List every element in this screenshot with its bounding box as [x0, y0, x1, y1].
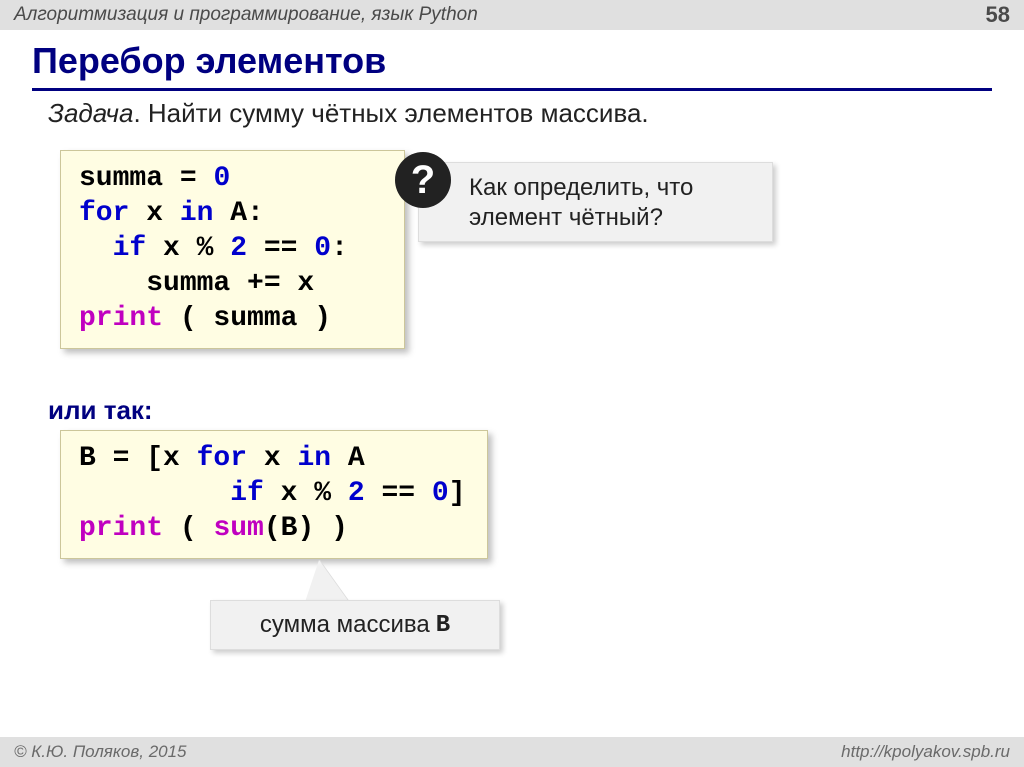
code-text: B = [x	[79, 443, 197, 474]
code-text: ==	[365, 478, 432, 509]
code-text: 0	[213, 163, 230, 194]
code-block-1: summa = 0 for x in A: if x % 2 == 0: sum…	[60, 150, 405, 349]
code-fn: print	[79, 513, 163, 544]
code-text: x	[129, 198, 179, 229]
code-text: 0	[432, 478, 449, 509]
sum-callout: сумма массива B	[210, 600, 500, 650]
footer-url: http://kpolyakov.spb.ru	[841, 742, 1010, 762]
footer-bar: © К.Ю. Поляков, 2015 http://kpolyakov.sp…	[0, 737, 1024, 767]
task-label: Задача	[48, 98, 133, 128]
header-bar: Алгоритмизация и программирование, язык …	[0, 0, 1024, 30]
code-text: (B) )	[264, 513, 348, 544]
code-text: summa	[79, 163, 163, 194]
code-text: ]	[449, 478, 466, 509]
code-text: 2	[230, 233, 247, 264]
code-text: x %	[146, 233, 230, 264]
question-mark: ?	[411, 158, 435, 203]
question-callout: Как определить, что элемент чётный?	[418, 162, 773, 242]
footer-copyright: © К.Ю. Поляков, 2015	[14, 742, 187, 762]
code-text: =	[163, 163, 213, 194]
page-title: Перебор элементов	[32, 40, 992, 91]
task-text: . Найти сумму чётных элементов массива.	[133, 98, 648, 128]
code-text: x %	[264, 478, 348, 509]
code-text: 0	[314, 233, 331, 264]
question-text: Как определить, что элемент чётный?	[469, 174, 693, 231]
code-text: A:	[213, 198, 263, 229]
code-keyword: for	[197, 443, 247, 474]
callout-text: сумма массива	[260, 611, 430, 639]
or-label: или так:	[48, 395, 153, 426]
code-fn: print	[79, 303, 163, 334]
callout-mono: B	[430, 612, 450, 639]
code-keyword: if	[113, 233, 147, 264]
page-number: 58	[986, 2, 1010, 28]
code-text: :	[331, 233, 348, 264]
code-text: (	[163, 513, 213, 544]
code-text: 2	[348, 478, 365, 509]
code-text: A	[331, 443, 365, 474]
code-keyword: for	[79, 198, 129, 229]
code-text	[79, 478, 230, 509]
question-icon: ?	[395, 152, 451, 208]
code-keyword: in	[297, 443, 331, 474]
callout-pointer	[305, 560, 349, 602]
code-keyword: if	[230, 478, 264, 509]
code-text: ( summa )	[163, 303, 331, 334]
slide: Алгоритмизация и программирование, язык …	[0, 0, 1024, 767]
code-fn: sum	[213, 513, 263, 544]
header-title: Алгоритмизация и программирование, язык …	[14, 4, 478, 26]
code-block-2: B = [x for x in A if x % 2 == 0] print (…	[60, 430, 488, 559]
code-text: x	[247, 443, 297, 474]
code-text	[79, 233, 113, 264]
code-text: ==	[247, 233, 314, 264]
code-text: summa += x	[79, 268, 314, 299]
task-line: Задача. Найти сумму чётных элементов мас…	[48, 98, 649, 129]
code-keyword: in	[180, 198, 214, 229]
